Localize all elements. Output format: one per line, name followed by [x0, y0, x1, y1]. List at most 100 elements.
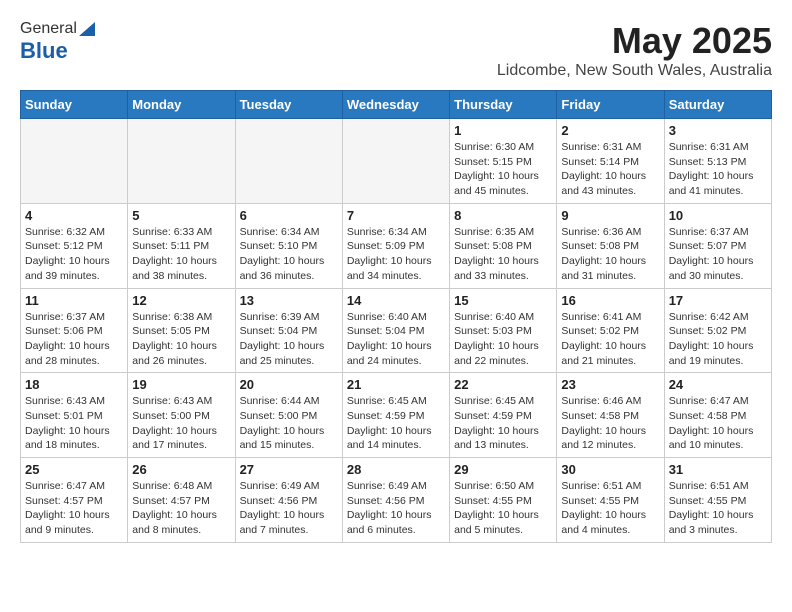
day-cell: 4 Sunrise: 6:32 AMSunset: 5:12 PMDaylight… — [21, 203, 128, 288]
day-info: Sunrise: 6:35 AMSunset: 5:08 PMDaylight:… — [454, 225, 552, 284]
day-info: Sunrise: 6:40 AMSunset: 5:04 PMDaylight:… — [347, 310, 445, 369]
day-number: 20 — [240, 377, 338, 392]
day-number: 16 — [561, 293, 659, 308]
day-number: 27 — [240, 462, 338, 477]
day-info: Sunrise: 6:44 AMSunset: 5:00 PMDaylight:… — [240, 394, 338, 453]
logo-arrow-icon — [79, 18, 95, 36]
week-row-3: 11Sunrise: 6:37 AMSunset: 5:06 PMDayligh… — [21, 288, 772, 373]
day-cell: 11Sunrise: 6:37 AMSunset: 5:06 PMDayligh… — [21, 288, 128, 373]
week-row-1: 1 Sunrise: 6:30 AMSunset: 5:15 PMDaylight… — [21, 119, 772, 204]
day-number: 2 — [561, 123, 659, 138]
day-cell: 7 Sunrise: 6:34 AMSunset: 5:09 PMDaylight… — [342, 203, 449, 288]
day-cell: 31Sunrise: 6:51 AMSunset: 4:55 PMDayligh… — [664, 458, 771, 543]
day-cell: 17Sunrise: 6:42 AMSunset: 5:02 PMDayligh… — [664, 288, 771, 373]
day-number: 14 — [347, 293, 445, 308]
day-number: 10 — [669, 208, 767, 223]
day-info: Sunrise: 6:33 AMSunset: 5:11 PMDaylight:… — [132, 225, 230, 284]
week-row-2: 4 Sunrise: 6:32 AMSunset: 5:12 PMDaylight… — [21, 203, 772, 288]
day-cell: 3 Sunrise: 6:31 AMSunset: 5:13 PMDaylight… — [664, 119, 771, 204]
day-number: 9 — [561, 208, 659, 223]
week-row-4: 18 Sunrise: 6:43 AMSunset: 5:01 PMDayligh… — [21, 373, 772, 458]
month-title: May 2025 — [497, 20, 772, 62]
day-cell — [235, 119, 342, 204]
weekday-header-row: SundayMondayTuesdayWednesdayThursdayFrid… — [21, 91, 772, 119]
day-info: Sunrise: 6:41 AMSunset: 5:02 PMDaylight:… — [561, 310, 659, 369]
week-row-5: 25 Sunrise: 6:47 AMSunset: 4:57 PMDayligh… — [21, 458, 772, 543]
day-cell — [342, 119, 449, 204]
day-info: Sunrise: 6:46 AMSunset: 4:58 PMDaylight:… — [561, 394, 659, 453]
day-number: 30 — [561, 462, 659, 477]
day-info: Sunrise: 6:49 AMSunset: 4:56 PMDaylight:… — [347, 479, 445, 538]
day-cell: 19 Sunrise: 6:43 AMSunset: 5:00 PMDayligh… — [128, 373, 235, 458]
day-number: 8 — [454, 208, 552, 223]
day-number: 25 — [25, 462, 123, 477]
day-number: 23 — [561, 377, 659, 392]
title-area: May 2025 Lidcombe, New South Wales, Aust… — [497, 20, 772, 80]
day-cell: 10Sunrise: 6:37 AMSunset: 5:07 PMDayligh… — [664, 203, 771, 288]
day-cell: 13 Sunrise: 6:39 AMSunset: 5:04 PMDayligh… — [235, 288, 342, 373]
day-info: Sunrise: 6:45 AMSunset: 4:59 PMDaylight:… — [347, 394, 445, 453]
day-cell: 26 Sunrise: 6:48 AMSunset: 4:57 PMDayligh… — [128, 458, 235, 543]
logo-general: General — [20, 20, 77, 38]
day-number: 11 — [25, 293, 123, 308]
day-number: 4 — [25, 208, 123, 223]
day-number: 7 — [347, 208, 445, 223]
day-cell: 28 Sunrise: 6:49 AMSunset: 4:56 PMDayligh… — [342, 458, 449, 543]
day-info: Sunrise: 6:42 AMSunset: 5:02 PMDaylight:… — [669, 310, 767, 369]
day-cell: 8 Sunrise: 6:35 AMSunset: 5:08 PMDaylight… — [450, 203, 557, 288]
day-cell — [21, 119, 128, 204]
day-info: Sunrise: 6:43 AMSunset: 5:00 PMDaylight:… — [132, 394, 230, 453]
day-info: Sunrise: 6:30 AMSunset: 5:15 PMDaylight:… — [454, 140, 552, 199]
day-info: Sunrise: 6:38 AMSunset: 5:05 PMDaylight:… — [132, 310, 230, 369]
logo: General Blue — [20, 20, 95, 64]
location-title: Lidcombe, New South Wales, Australia — [497, 62, 772, 80]
day-cell: 29Sunrise: 6:50 AMSunset: 4:55 PMDayligh… — [450, 458, 557, 543]
day-cell: 6Sunrise: 6:34 AMSunset: 5:10 PMDaylight… — [235, 203, 342, 288]
day-number: 1 — [454, 123, 552, 138]
weekday-header-thursday: Thursday — [450, 91, 557, 119]
day-cell: 9 Sunrise: 6:36 AMSunset: 5:08 PMDaylight… — [557, 203, 664, 288]
day-cell: 16 Sunrise: 6:41 AMSunset: 5:02 PMDayligh… — [557, 288, 664, 373]
header: General Blue May 2025 Lidcombe, New Sout… — [20, 20, 772, 80]
day-cell: 21Sunrise: 6:45 AMSunset: 4:59 PMDayligh… — [342, 373, 449, 458]
day-info: Sunrise: 6:43 AMSunset: 5:01 PMDaylight:… — [25, 394, 123, 453]
day-cell: 25 Sunrise: 6:47 AMSunset: 4:57 PMDayligh… — [21, 458, 128, 543]
day-cell: 18 Sunrise: 6:43 AMSunset: 5:01 PMDayligh… — [21, 373, 128, 458]
day-cell: 27 Sunrise: 6:49 AMSunset: 4:56 PMDayligh… — [235, 458, 342, 543]
day-info: Sunrise: 6:31 AMSunset: 5:14 PMDaylight:… — [561, 140, 659, 199]
day-info: Sunrise: 6:32 AMSunset: 5:12 PMDaylight:… — [25, 225, 123, 284]
day-info: Sunrise: 6:36 AMSunset: 5:08 PMDaylight:… — [561, 225, 659, 284]
day-info: Sunrise: 6:39 AMSunset: 5:04 PMDaylight:… — [240, 310, 338, 369]
day-info: Sunrise: 6:31 AMSunset: 5:13 PMDaylight:… — [669, 140, 767, 199]
day-cell: 1 Sunrise: 6:30 AMSunset: 5:15 PMDaylight… — [450, 119, 557, 204]
day-number: 12 — [132, 293, 230, 308]
day-cell: 15 Sunrise: 6:40 AMSunset: 5:03 PMDayligh… — [450, 288, 557, 373]
day-cell: 20 Sunrise: 6:44 AMSunset: 5:00 PMDayligh… — [235, 373, 342, 458]
day-number: 26 — [132, 462, 230, 477]
day-info: Sunrise: 6:48 AMSunset: 4:57 PMDaylight:… — [132, 479, 230, 538]
day-info: Sunrise: 6:49 AMSunset: 4:56 PMDaylight:… — [240, 479, 338, 538]
day-number: 24 — [669, 377, 767, 392]
day-number: 3 — [669, 123, 767, 138]
day-number: 15 — [454, 293, 552, 308]
day-number: 13 — [240, 293, 338, 308]
day-info: Sunrise: 6:34 AMSunset: 5:09 PMDaylight:… — [347, 225, 445, 284]
weekday-header-sunday: Sunday — [21, 91, 128, 119]
day-number: 19 — [132, 377, 230, 392]
day-info: Sunrise: 6:40 AMSunset: 5:03 PMDaylight:… — [454, 310, 552, 369]
day-number: 28 — [347, 462, 445, 477]
day-cell — [128, 119, 235, 204]
day-info: Sunrise: 6:45 AMSunset: 4:59 PMDaylight:… — [454, 394, 552, 453]
day-number: 31 — [669, 462, 767, 477]
day-cell: 2 Sunrise: 6:31 AMSunset: 5:14 PMDaylight… — [557, 119, 664, 204]
day-number: 5 — [132, 208, 230, 223]
weekday-header-monday: Monday — [128, 91, 235, 119]
day-number: 29 — [454, 462, 552, 477]
day-info: Sunrise: 6:47 AMSunset: 4:57 PMDaylight:… — [25, 479, 123, 538]
day-number: 6 — [240, 208, 338, 223]
day-number: 22 — [454, 377, 552, 392]
day-cell: 23 Sunrise: 6:46 AMSunset: 4:58 PMDayligh… — [557, 373, 664, 458]
day-cell: 5 Sunrise: 6:33 AMSunset: 5:11 PMDaylight… — [128, 203, 235, 288]
day-cell: 12 Sunrise: 6:38 AMSunset: 5:05 PMDayligh… — [128, 288, 235, 373]
day-number: 18 — [25, 377, 123, 392]
